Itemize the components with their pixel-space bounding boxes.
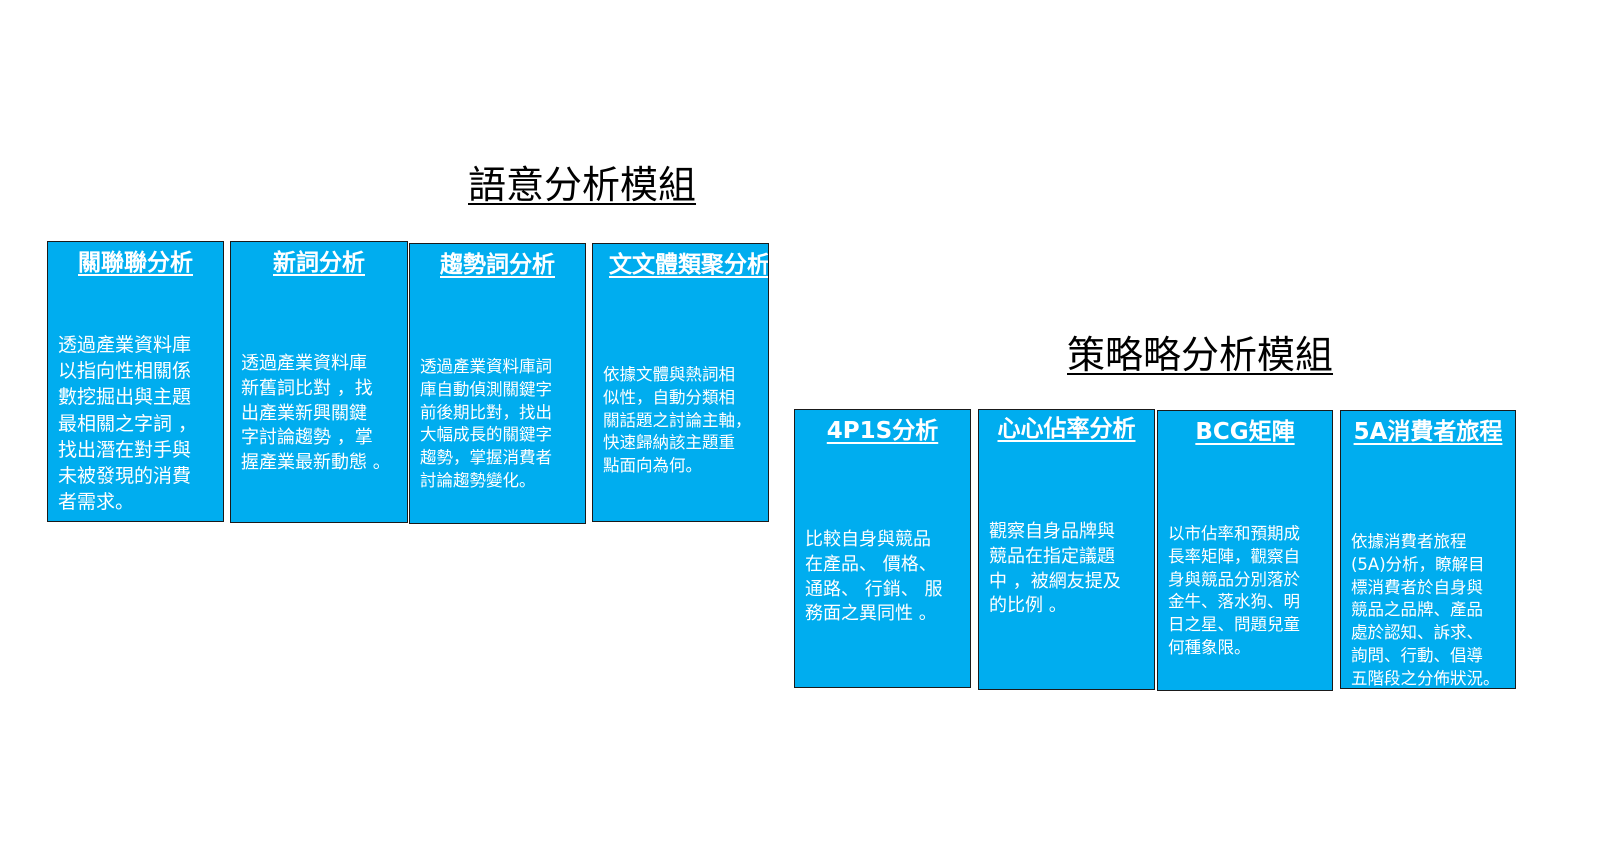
card-title: 4P1S分析: [826, 418, 939, 444]
card-description: 以市佔率和預期成 長率矩陣，觀察自 身與競品分別落於 金牛、落水狗、明 日之星、…: [1168, 524, 1300, 657]
card-title: 趨勢詞分析: [440, 252, 555, 278]
card-5a-consumer-journey: 5A消費者旅程 依據消費者旅程 (5A)分析，瞭解目 標消費者於自身與 競品之品…: [1340, 410, 1516, 689]
card-title: 5A消費者旅程: [1353, 419, 1503, 445]
card-title: 新詞分析: [273, 250, 365, 276]
card-description: 透過產業資料庫詞 庫自動偵測關鍵字 前後期比對，找出 大幅成長的關鍵字 趨勢，掌…: [420, 357, 552, 490]
card-association-analysis: 關聯聯分析 透過產業資料庫 以指向性相關係 數挖掘出與主題 最相關之字詞 ， 找…: [47, 241, 224, 522]
card-description: 觀察自身品牌與 競品在指定議題 中 ，被網友提及 的比例 。: [989, 521, 1121, 617]
card-new-word-analysis: 新詞分析 透過產業資料庫 新舊詞比對 ，找 出產業新興關鍵 字討論趨勢 ，掌 握…: [230, 241, 408, 523]
card-trend-word-analysis: 趨勢詞分析 透過產業資料庫詞 庫自動偵測關鍵字 前後期比對，找出 大幅成長的關鍵…: [409, 243, 586, 524]
card-description: 依據消費者旅程 (5A)分析，瞭解目 標消費者於自身與 競品之品牌、產品 處於認…: [1351, 532, 1500, 688]
card-description: 依據文體與熱詞相 似性，自動分類相 關話題之討論主軸， 快速歸納該主題重 點面向…: [603, 365, 752, 476]
card-title: 文文體類聚分析: [609, 252, 769, 278]
card-text-clustering-analysis: 文文體類聚分析 依據文體與熱詞相 似性，自動分類相 關話題之討論主軸， 快速歸納…: [592, 243, 769, 522]
card-mind-share-analysis: 心心佔率分析 觀察自身品牌與 競品在指定議題 中 ，被網友提及 的比例 。: [978, 409, 1155, 690]
card-description: 透過產業資料庫 以指向性相關係 數挖掘出與主題 最相關之字詞 ， 找出潛在對手與…: [58, 334, 198, 514]
card-description: 比較自身與競品 在產品、 價格、 通路、 行銷、 服 務面之異同性 。: [805, 529, 943, 625]
card-title: 心心佔率分析: [997, 416, 1136, 442]
card-description: 透過產業資料庫 新舊詞比對 ，找 出產業新興關鍵 字討論趨勢 ，掌 握產業最新動…: [241, 353, 391, 474]
card-bcg-matrix: BCG矩陣 以市佔率和預期成 長率矩陣，觀察自 身與競品分別落於 金牛、落水狗、…: [1157, 410, 1333, 691]
semantic-module-title: 語意分析模組: [468, 163, 697, 207]
card-title: 關聯聯分析: [78, 250, 193, 276]
card-4p1s-analysis: 4P1S分析 比較自身與競品 在產品、 價格、 通路、 行銷、 服 務面之異同性…: [794, 409, 971, 688]
card-title: BCG矩陣: [1195, 419, 1295, 445]
strategy-module-title: 策略略分析模組: [1067, 333, 1334, 377]
